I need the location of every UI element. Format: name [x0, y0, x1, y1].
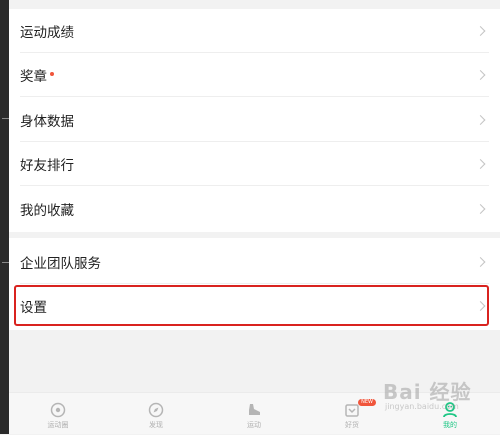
menu-item-medals[interactable]: 奖章 — [9, 53, 500, 97]
chevron-right-icon — [475, 159, 486, 169]
new-badge: NEW — [358, 399, 376, 406]
discover-icon — [147, 401, 165, 419]
tab-label: 发现 — [149, 421, 163, 429]
tab-label: 运动 — [247, 421, 261, 429]
chevron-right-icon — [475, 204, 486, 214]
left-edge-strip — [0, 0, 9, 434]
notification-dot — [50, 72, 54, 76]
menu-item-settings[interactable]: 设置 — [9, 284, 500, 328]
chevron-right-icon — [475, 257, 486, 267]
menu-item-label: 好友排行 — [20, 158, 74, 174]
tab-label: 我的 — [443, 421, 457, 429]
chevron-right-icon — [475, 70, 486, 80]
menu-item-label: 运动成绩 — [20, 25, 74, 41]
menu-item-enterprise-team[interactable]: 企业团队服务 — [9, 240, 500, 284]
menu-item-friend-ranking[interactable]: 好友排行 — [9, 142, 500, 186]
tab-label: 运动圈 — [47, 421, 69, 429]
tab-sport[interactable]: 运动 — [205, 393, 303, 435]
tab-mine[interactable]: 我的 — [401, 393, 499, 435]
divider — [20, 185, 489, 186]
edge-mark — [2, 118, 9, 119]
chevron-right-icon — [475, 26, 486, 36]
shoe-icon — [245, 401, 263, 419]
menu-item-my-favorites[interactable]: 我的收藏 — [9, 187, 500, 231]
profile-icon — [441, 401, 459, 419]
menu-item-sport-results[interactable]: 运动成绩 — [9, 9, 500, 53]
divider — [20, 96, 489, 97]
menu-item-label: 我的收藏 — [20, 203, 74, 219]
tab-label: 好货 — [345, 421, 359, 429]
menu-item-label: 奖章 — [20, 69, 47, 85]
compass-icon — [49, 401, 67, 419]
edge-mark — [2, 262, 9, 263]
tab-discover[interactable]: 发现 — [107, 393, 205, 435]
menu-group-personal: 运动成绩 奖章 身体数据 好友排行 我的收藏 — [9, 9, 500, 232]
chevron-right-icon — [475, 301, 486, 311]
tab-shop[interactable]: NEW 好货 — [303, 393, 401, 435]
menu-item-label: 设置 — [20, 300, 47, 316]
menu-group-services: 企业团队服务 设置 — [9, 238, 500, 330]
menu-item-label: 身体数据 — [20, 114, 74, 130]
menu-item-body-data[interactable]: 身体数据 — [9, 98, 500, 142]
chevron-right-icon — [475, 115, 486, 125]
bottom-tab-bar: 运动圈 发现 运动 NEW 好货 我的 — [9, 392, 500, 434]
tab-sport-circle[interactable]: 运动圈 — [9, 393, 107, 435]
menu-item-label: 企业团队服务 — [20, 256, 101, 272]
